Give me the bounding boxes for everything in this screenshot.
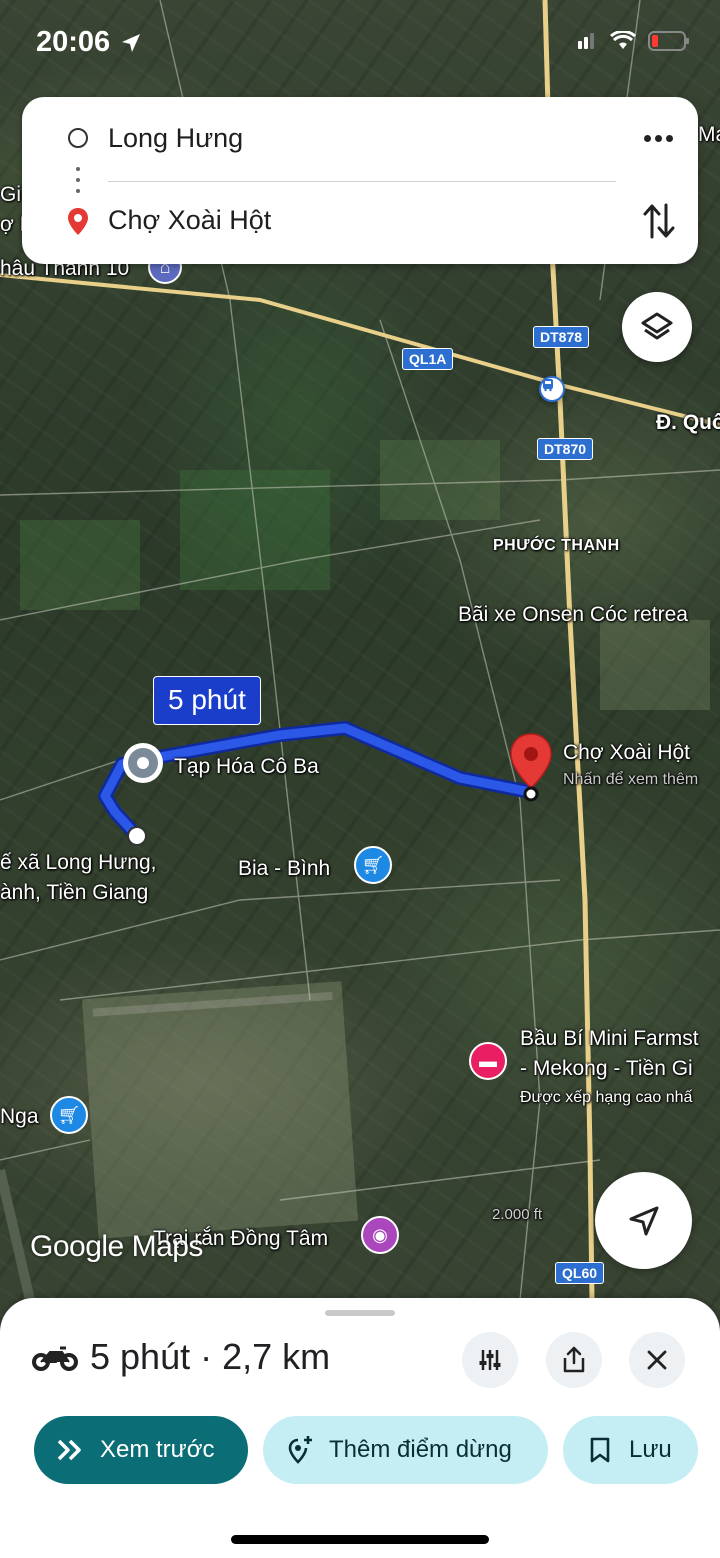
add-location-icon [285, 1435, 315, 1465]
location-arrow-icon [122, 34, 140, 52]
map-label-bau-bi-3[interactable]: Được xếp hạng cao nhấ [520, 1088, 692, 1107]
save-button[interactable]: Lưu [563, 1416, 698, 1484]
preview-label: Xem trước [100, 1436, 215, 1463]
route-options-button[interactable] [462, 1332, 518, 1388]
map-label-top-right: Ma [698, 123, 720, 146]
status-icons [576, 30, 690, 52]
camera-poi-icon[interactable]: ◉ [361, 1216, 399, 1262]
map-label-bau-bi-1[interactable]: Bầu Bí Mini Farmst [520, 1026, 699, 1051]
road-shield-dt870: DT870 [537, 438, 594, 460]
trip-summary: 5 phút · 2,7 km [90, 1336, 331, 1377]
map-label-bai-xe[interactable]: Bãi xe Onsen Cóc retrea [458, 602, 688, 627]
map-label-uy-ban-1[interactable]: ế xã Long Hưng, [0, 850, 157, 875]
road-shield-ql1a: QL1A [402, 348, 454, 370]
save-label: Lưu [629, 1436, 672, 1463]
layers-icon [641, 312, 673, 340]
destination-marker-icon [68, 208, 88, 235]
status-bar: 20:06 [0, 0, 720, 88]
layers-button[interactable] [622, 292, 692, 362]
bus-stop-icon[interactable] [539, 376, 565, 402]
map-label-bau-bi-2[interactable]: - Mekong - Tiền Gi [520, 1056, 693, 1081]
close-button[interactable] [629, 1332, 685, 1388]
sheet-drag-handle[interactable] [325, 1310, 395, 1316]
start-point-icon[interactable] [121, 741, 165, 785]
bookmark-icon [585, 1435, 615, 1465]
shopping-cart-icon[interactable]: 🛒︎ [50, 1096, 88, 1142]
map-scale-label: 2.000 ft [492, 1206, 543, 1223]
map-label-tap-hoa[interactable]: Tạp Hóa Cô Ba [174, 754, 319, 779]
route-duration-badge[interactable]: 5 phút [153, 676, 261, 725]
destination-field[interactable]: Chợ Xoài Hột [108, 205, 271, 236]
add-stop-label: Thêm điểm dừng [329, 1436, 512, 1463]
map-label-tap-to-see-more[interactable]: Nhấn để xem thêm [563, 770, 698, 789]
google-maps-logo: Google Maps [30, 1230, 203, 1263]
share-icon [563, 1346, 585, 1373]
map-label-left-gi: Gi [0, 183, 21, 206]
directions-card: Long Hưng Chợ Xoài Hột [22, 97, 698, 264]
share-button[interactable] [546, 1332, 602, 1388]
signal-icon [578, 33, 594, 49]
wifi-icon [610, 31, 636, 49]
map-label-uy-ban-2[interactable]: ành, Tiền Giang [0, 880, 148, 905]
tune-icon [479, 1350, 501, 1370]
preview-button[interactable]: Xem trước [34, 1416, 248, 1484]
bottom-sheet: 5 phút · 2,7 km Xem trước Thêm điểm dừng [0, 1298, 720, 1558]
divider [108, 181, 616, 182]
map-label-bia-binh[interactable]: Bia - Bình [238, 856, 330, 881]
route-dots-icon [76, 167, 80, 193]
map-label-destination[interactable]: Chợ Xoài Hột [563, 740, 690, 765]
shopping-cart-icon[interactable]: 🛒︎ [354, 846, 392, 892]
close-icon [647, 1350, 667, 1370]
status-time: 20:06 [36, 26, 111, 58]
map-label-phuoc-thanh[interactable]: PHƯỚC THẠNH [493, 536, 620, 555]
destination-pin-icon[interactable] [508, 732, 554, 802]
hotel-bed-icon[interactable]: ▬ [469, 1042, 507, 1088]
navigation-arrow-icon [629, 1206, 658, 1235]
map-label-duong-quoc[interactable]: Đ. Quố [656, 410, 720, 435]
double-chevron-icon [56, 1435, 86, 1465]
swap-icon[interactable] [642, 201, 676, 241]
my-location-button[interactable] [595, 1172, 692, 1269]
origin-circle-icon [68, 128, 88, 148]
road-shield-dt878: DT878 [533, 326, 590, 348]
origin-field[interactable]: Long Hưng [108, 123, 243, 154]
add-stop-button[interactable]: Thêm điểm dừng [263, 1416, 548, 1484]
battery-icon [648, 31, 689, 51]
home-indicator[interactable] [231, 1535, 489, 1544]
road-shield-ql60: QL60 [555, 1262, 605, 1284]
more-options-icon[interactable] [638, 123, 678, 153]
map-label-nga[interactable]: Nga [0, 1104, 39, 1129]
origin-dot-icon[interactable] [127, 826, 147, 846]
motorcycle-icon [32, 1346, 78, 1371]
